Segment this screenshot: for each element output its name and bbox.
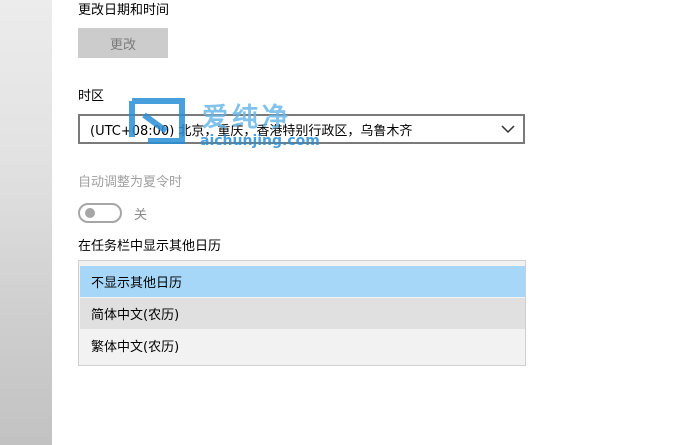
toggle-knob bbox=[85, 208, 95, 218]
auto-dst-state: 关 bbox=[134, 208, 148, 223]
change-date-time-button[interactable]: 更改 bbox=[78, 28, 168, 58]
auto-dst-label: 自动调整为夏令时 bbox=[78, 175, 183, 190]
watermark-domain-text: aichunjing.com bbox=[200, 133, 320, 149]
calendar-option-none[interactable]: 不显示其他日历 bbox=[80, 266, 525, 297]
calendar-option-traditional-lunar[interactable]: 繁体中文(农历) bbox=[80, 330, 525, 361]
watermark: 爱纯净 aichunjing.com bbox=[126, 97, 326, 153]
taskbar-calendar-label: 在任务栏中显示其他日历 bbox=[78, 239, 222, 254]
chevron-down-icon bbox=[501, 125, 515, 134]
calendar-option-simplified-lunar[interactable]: 简体中文(农历) bbox=[80, 298, 525, 329]
watermark-logo-icon bbox=[129, 98, 185, 144]
watermark-chinese-text: 爱纯净 bbox=[202, 103, 293, 133]
left-navigation-strip bbox=[0, 0, 52, 445]
change-date-time-label: 更改日期和时间 bbox=[78, 3, 170, 18]
timezone-label: 时区 bbox=[78, 89, 105, 104]
auto-dst-toggle[interactable] bbox=[78, 203, 122, 223]
calendar-options-list: 不显示其他日历 简体中文(农历) 繁体中文(农历) bbox=[78, 260, 526, 366]
